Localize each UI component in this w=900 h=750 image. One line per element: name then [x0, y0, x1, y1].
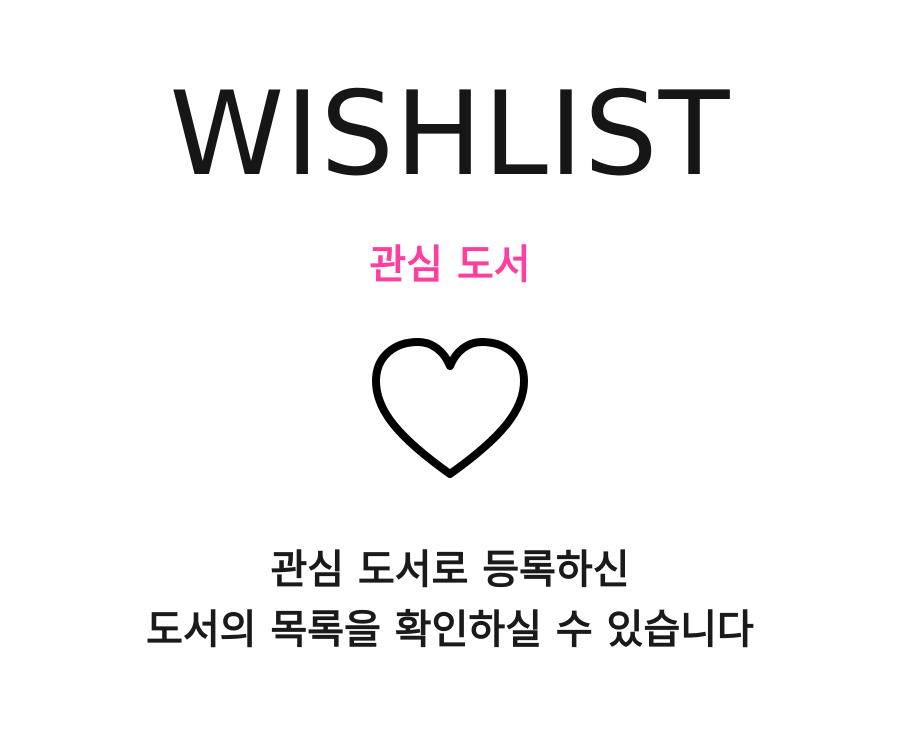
message-line-1: 관심 도서로 등록하신	[270, 547, 630, 593]
page-title: WISHLIST	[169, 67, 731, 202]
wishlist-page: WISHLIST 관심 도서 관심 도서로 등록하신 도서의 목록을 확인하실 …	[0, 0, 900, 750]
empty-wishlist-message: 관심 도서로 등록하신 도서의 목록을 확인하실 수 있습니다	[0, 540, 900, 660]
message-line-2: 도서의 목록을 확인하실 수 있습니다	[146, 607, 754, 653]
heart-outline-icon	[370, 336, 530, 486]
page-subtitle: 관심 도서	[369, 242, 531, 288]
